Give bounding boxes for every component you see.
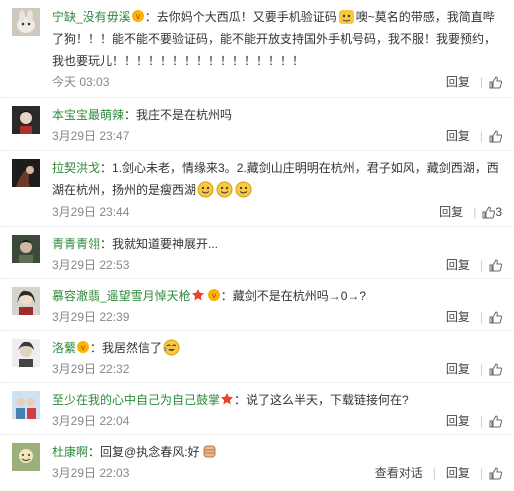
comment-body: 洛蘩 v ：我居然信了 [52, 337, 502, 359]
reply-button[interactable]: 回复 [446, 362, 470, 376]
comment-item: 青青青翎：我就知道要神展开... 3月29日 22:53 回复 | [0, 227, 514, 279]
reply-button[interactable]: 回复 [446, 75, 470, 89]
username-link[interactable]: 慕容澈翡_遥望雪月悼天枪 [52, 289, 191, 303]
reply-button[interactable]: 回复 [446, 258, 470, 272]
comment-text: ：我居然信了 [90, 341, 163, 355]
thumb-up-icon [489, 415, 503, 432]
timestamp: 3月29日 22:03 [52, 466, 130, 480]
svg-text:v: v [211, 291, 216, 300]
comment-body: 至少在我的心中自己为自己鼓掌 ：说了这么半天，下载链接何在? [52, 389, 502, 411]
svg-text:v: v [81, 343, 86, 352]
vip-badge-icon: v [207, 287, 221, 301]
comment-footer: 3月29日 22:53 回复 | [52, 257, 503, 273]
thumb-up-icon [489, 259, 503, 276]
comment-item: 洛蘩 v ：我居然信了 3月29日 22:32 回复 | [0, 331, 514, 383]
view-conversation-button[interactable]: 查看对话 [375, 466, 423, 480]
like-button[interactable] [489, 129, 503, 143]
comment-body: 青青青翎：我就知道要神展开... [52, 233, 502, 255]
comment-item: 至少在我的心中自己为自己鼓掌 ：说了这么半天，下载链接何在? 3月29日 22:0… [0, 383, 514, 435]
username-link[interactable]: 杜康啊 [52, 445, 88, 459]
thumb-up-icon [489, 76, 503, 93]
thumb-up-icon [489, 311, 503, 328]
comment-footer: 3月29日 22:03 查看对话 | 回复 | [52, 465, 503, 481]
comment-footer: 3月29日 23:44 回复 | 3 [52, 204, 502, 220]
thumb-up-icon [482, 206, 496, 223]
fist-emoji-icon [201, 443, 218, 460]
reply-button[interactable]: 回复 [439, 205, 463, 219]
like-button[interactable] [489, 258, 503, 272]
comment-text: ：藏剑不是在杭州吗→0→? [220, 289, 367, 303]
avatar[interactable] [12, 235, 40, 263]
cat-face-emoji-icon [338, 8, 355, 25]
comment-body: 杜康啊：回复@执念春风:好 [52, 441, 502, 463]
comment-item: 杜康啊：回复@执念春风:好 3月29日 22:03 查看对话 | 回复 | [0, 435, 514, 491]
avatar[interactable] [12, 106, 40, 134]
reply-button[interactable]: 回复 [446, 310, 470, 324]
timestamp: 3月29日 22:32 [52, 362, 130, 376]
comment-text: ：回复@执念春风:好 [88, 445, 200, 459]
vip-badge-icon: v [76, 339, 90, 353]
username-link[interactable]: 拉契洪戈 [52, 161, 100, 175]
comment-item: 拉契洪戈：1.剑心未老，情缘来3。2.藏剑山庄明明在杭州，君子如风，藏剑西湖，西… [0, 151, 514, 227]
username-link[interactable]: 本宝宝最萌辣 [52, 108, 124, 122]
grin-emoji-icon [235, 181, 252, 198]
thumb-up-icon [489, 130, 503, 147]
grin-emoji-icon [216, 181, 233, 198]
crying-laugh-emoji-icon [163, 339, 180, 356]
reply-button[interactable]: 回复 [446, 466, 470, 480]
like-button[interactable] [489, 75, 503, 89]
avatar[interactable] [12, 339, 40, 367]
comment-text: ：我庄不是在杭州吗 [124, 108, 233, 122]
like-count: 3 [495, 205, 502, 219]
comment-footer: 3月29日 22:39 回复 | [52, 309, 503, 325]
comment-body: 慕容澈翡_遥望雪月悼天枪 v ：藏剑不是在杭州吗→0→? [52, 285, 502, 307]
comment-item: 慕容澈翡_遥望雪月悼天枪 v ：藏剑不是在杭州吗→0→? 3月29日 22:39 回… [0, 279, 514, 331]
timestamp: 今天 03:03 [52, 75, 110, 89]
comment-item: 本宝宝最萌辣：我庄不是在杭州吗 3月29日 23:47 回复 | [0, 98, 514, 151]
avatar[interactable] [12, 391, 40, 419]
comment-body: 本宝宝最萌辣：我庄不是在杭州吗 [52, 104, 502, 126]
comment-item: 宁缺_没有毋溪 v ：去你妈个大西瓜！又要手机验证码 噢~莫名的带感，我简直哔了狗！！… [0, 0, 514, 98]
svg-text:v: v [135, 12, 140, 21]
star-badge-icon [220, 391, 234, 405]
vip-badge-icon: v [131, 8, 145, 22]
avatar[interactable] [12, 287, 40, 315]
username-link[interactable]: 青青青翎 [52, 237, 100, 251]
timestamp: 3月29日 22:04 [52, 414, 130, 428]
timestamp: 3月29日 22:53 [52, 258, 130, 272]
comment-footer: 3月29日 22:32 回复 | [52, 361, 503, 377]
like-button[interactable] [489, 466, 503, 480]
comment-text: ：去你妈个大西瓜！又要手机验证码 [144, 10, 337, 24]
comment-footer: 今天 03:03 回复 | [52, 74, 503, 90]
grin-emoji-icon [197, 181, 214, 198]
comment-text: ：我就知道要神展开... [100, 237, 219, 251]
like-button[interactable]: 3 [482, 205, 502, 219]
avatar[interactable] [12, 8, 40, 36]
avatar[interactable] [12, 443, 40, 471]
username-link[interactable]: 至少在我的心中自己为自己鼓掌 [52, 393, 220, 407]
timestamp: 3月29日 23:47 [52, 129, 130, 143]
comment-text: ：说了这么半天，下载链接何在? [234, 393, 409, 407]
username-link[interactable]: 洛蘩 [52, 341, 76, 355]
reply-button[interactable]: 回复 [446, 414, 470, 428]
reply-button[interactable]: 回复 [446, 129, 470, 143]
timestamp: 3月29日 23:44 [52, 205, 130, 219]
comment-list: 宁缺_没有毋溪 v ：去你妈个大西瓜！又要手机验证码 噢~莫名的带感，我简直哔了狗！！… [0, 0, 514, 491]
comment-body: 宁缺_没有毋溪 v ：去你妈个大西瓜！又要手机验证码 噢~莫名的带感，我简直哔了狗！！… [52, 6, 502, 72]
avatar[interactable] [12, 159, 40, 187]
comment-footer: 3月29日 23:47 回复 | [52, 128, 503, 144]
like-button[interactable] [489, 362, 503, 376]
comment-body: 拉契洪戈：1.剑心未老，情缘来3。2.藏剑山庄明明在杭州，君子如风，藏剑西湖，西… [52, 157, 502, 201]
timestamp: 3月29日 22:39 [52, 310, 130, 324]
username-link[interactable]: 宁缺_没有毋溪 [52, 10, 131, 24]
like-button[interactable] [489, 414, 503, 428]
thumb-up-icon [489, 467, 503, 484]
comment-text: ：1.剑心未老，情缘来3。2.藏剑山庄明明在杭州，君子如风，藏剑西湖，西湖在杭州… [52, 161, 499, 197]
like-button[interactable] [489, 310, 503, 324]
thumb-up-icon [489, 363, 503, 380]
comment-footer: 3月29日 22:04 回复 | [52, 413, 503, 429]
star-badge-icon [191, 287, 205, 301]
